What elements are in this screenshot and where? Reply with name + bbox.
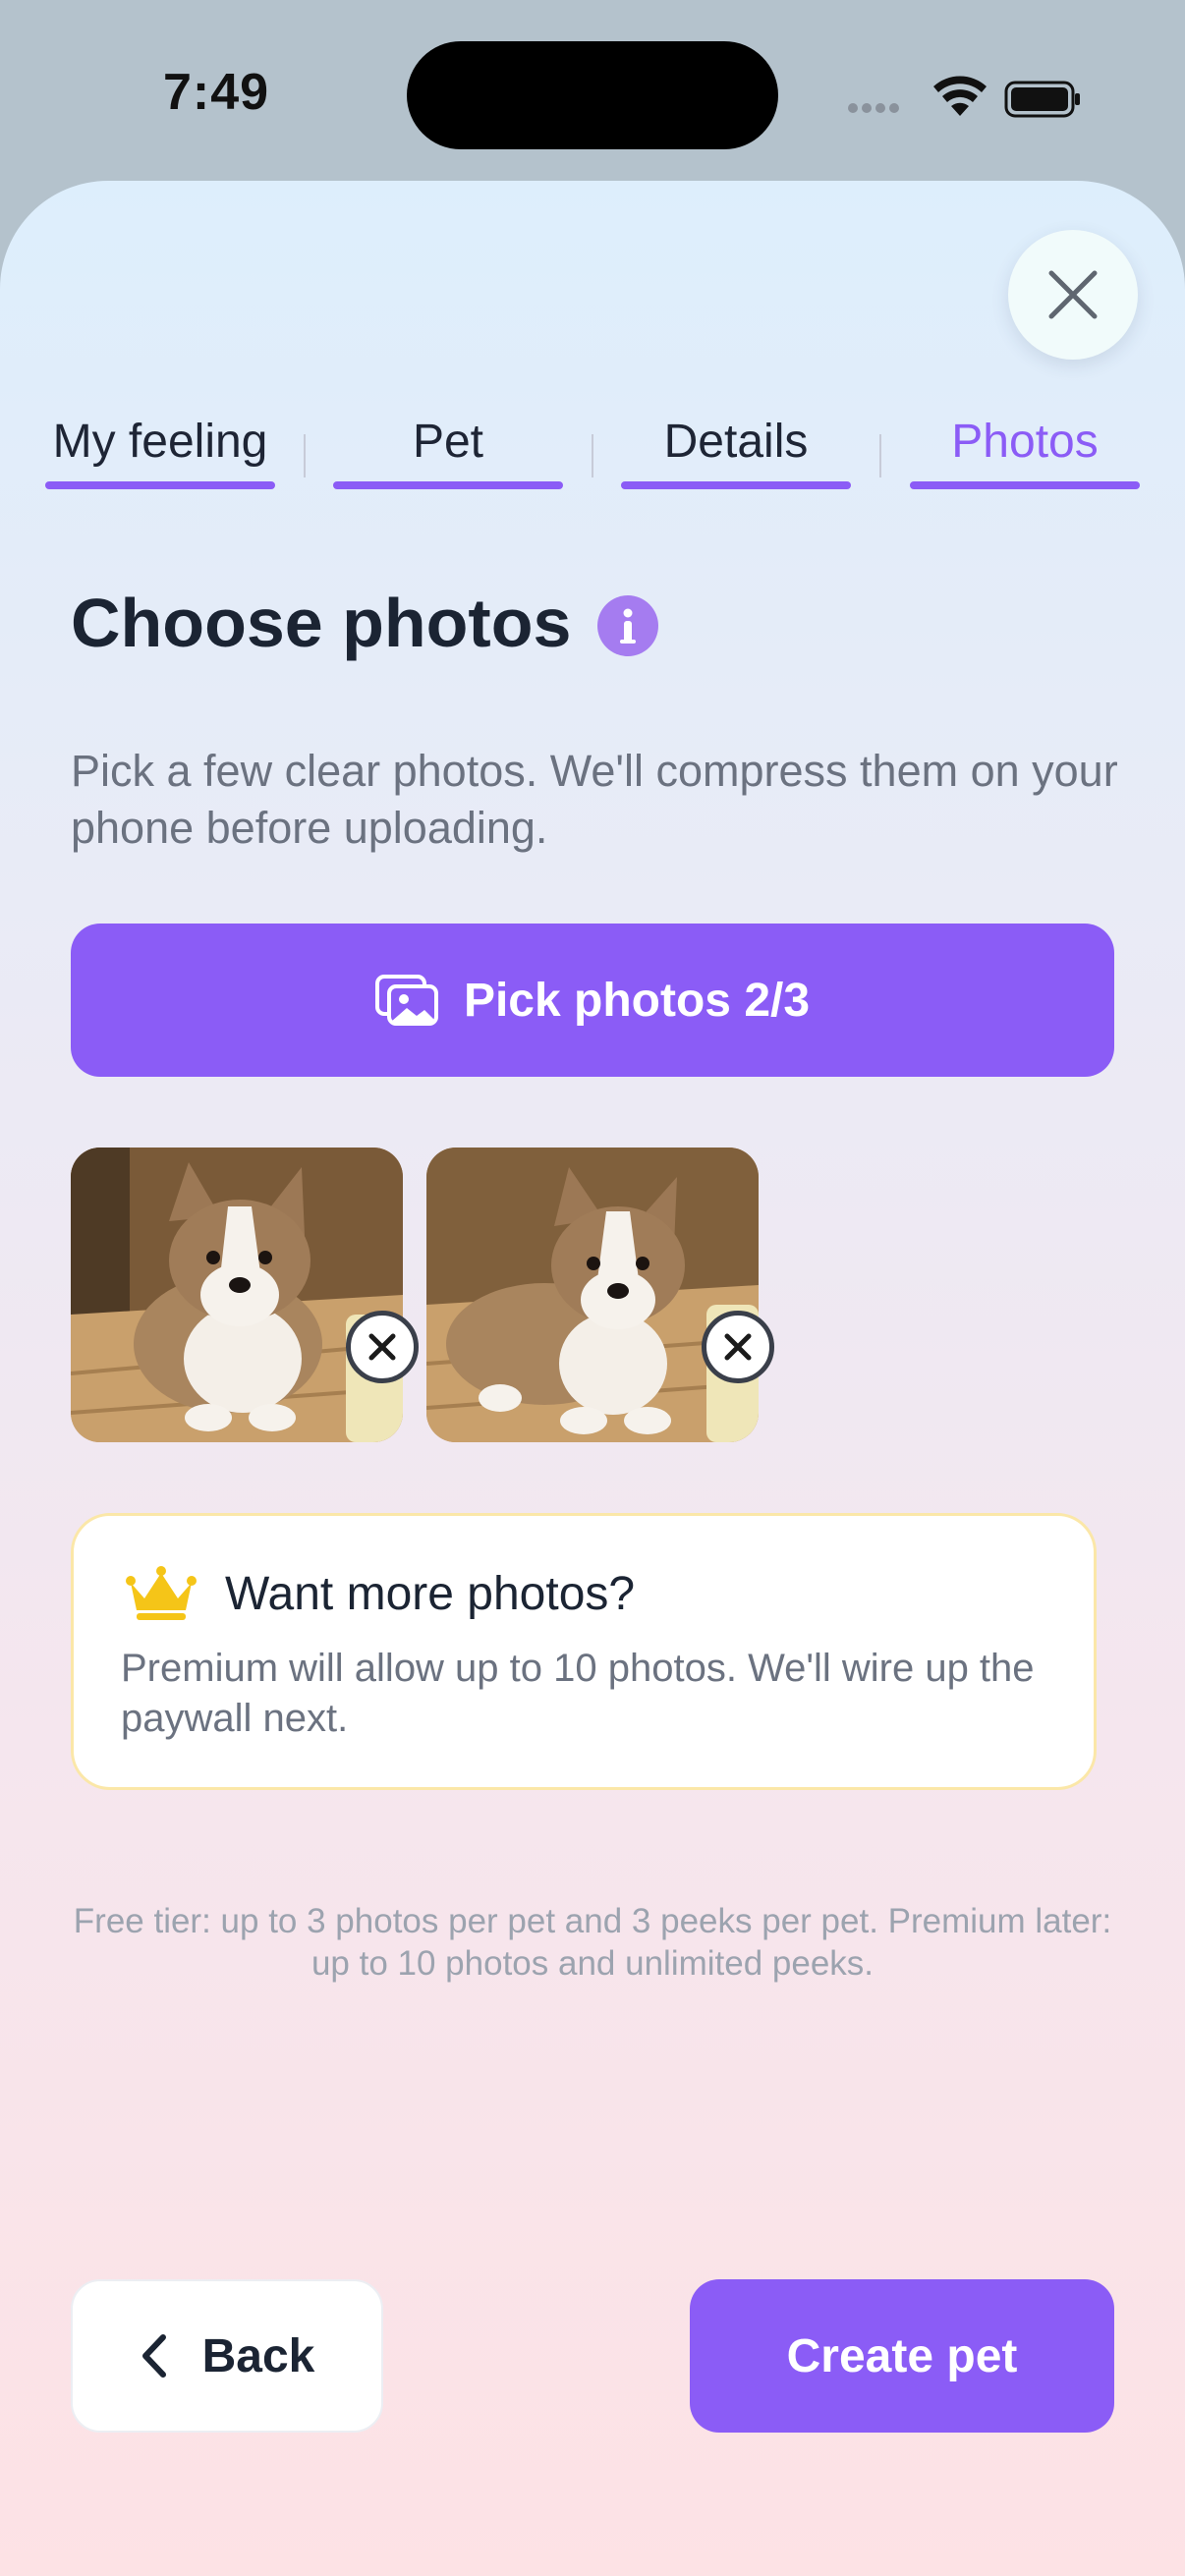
tab-progress-bar xyxy=(621,481,851,489)
tab-details[interactable]: Details xyxy=(621,407,851,489)
remove-icon xyxy=(724,1333,752,1361)
photo-thumbnail[interactable] xyxy=(426,1148,759,1442)
status-icons xyxy=(847,69,1083,122)
crown-icon xyxy=(126,1566,197,1620)
info-icon[interactable] xyxy=(597,595,658,656)
close-icon xyxy=(1048,270,1098,319)
photo-thumbnail[interactable] xyxy=(71,1148,403,1442)
close-button[interactable] xyxy=(1008,230,1138,360)
tab-divider xyxy=(879,434,881,477)
tab-progress-bar xyxy=(45,481,275,489)
status-time: 7:49 xyxy=(163,64,270,121)
tab-progress-bar xyxy=(333,481,563,489)
page-subtitle: Pick a few clear photos. We'll compress … xyxy=(71,746,1118,853)
tab-pet[interactable]: Pet xyxy=(333,407,563,489)
battery-icon xyxy=(1004,81,1080,118)
photos-icon xyxy=(374,975,438,1026)
tab-photos[interactable]: Photos xyxy=(910,407,1140,489)
tab-label: Details xyxy=(663,416,809,468)
create-pet-button[interactable]: Create pet xyxy=(690,2279,1114,2433)
tab-my-feeling[interactable]: My feeling xyxy=(45,407,275,489)
promo-title: Want more photos? xyxy=(225,1568,636,1620)
tab-label: My feeling xyxy=(52,416,268,468)
wifi-icon xyxy=(933,76,987,116)
remove-photo-button[interactable] xyxy=(702,1311,774,1383)
premium-promo-card[interactable]: Want more photos? Premium will allow up … xyxy=(71,1513,1097,1790)
tab-divider xyxy=(592,434,593,477)
tab-label: Photos xyxy=(951,416,1099,468)
dynamic-island xyxy=(407,41,778,149)
chevron-left-icon xyxy=(141,2334,166,2378)
tab-label: Pet xyxy=(412,416,484,468)
status-bar: 7:49 xyxy=(0,0,1185,187)
remove-photo-button[interactable] xyxy=(346,1311,419,1383)
pick-photos-button[interactable]: Pick photos 2/3 xyxy=(71,924,1114,1077)
back-button[interactable]: Back xyxy=(71,2279,383,2433)
corgi-puppy-photo xyxy=(71,1148,403,1442)
page-title: Choose photos xyxy=(71,585,572,661)
promo-body: Premium will allow up to 10 photos. We'l… xyxy=(121,1647,1035,1740)
create-pet-label: Create pet xyxy=(786,2329,1018,2382)
tab-progress-bar xyxy=(910,481,1140,489)
pick-photos-label: Pick photos 2/3 xyxy=(463,974,811,1027)
step-tabs: My feeling Pet Details Photos xyxy=(45,407,1140,489)
create-pet-sheet: My feeling Pet Details Photos Choose pho… xyxy=(0,181,1185,2576)
tab-divider xyxy=(304,434,306,477)
remove-icon xyxy=(368,1333,396,1361)
free-tier-note: Free tier: up to 3 photos per pet and 3 … xyxy=(73,1902,1112,1983)
corgi-puppy-photo xyxy=(426,1148,759,1442)
signal-dots-icon xyxy=(848,103,899,113)
back-label: Back xyxy=(201,2329,315,2382)
